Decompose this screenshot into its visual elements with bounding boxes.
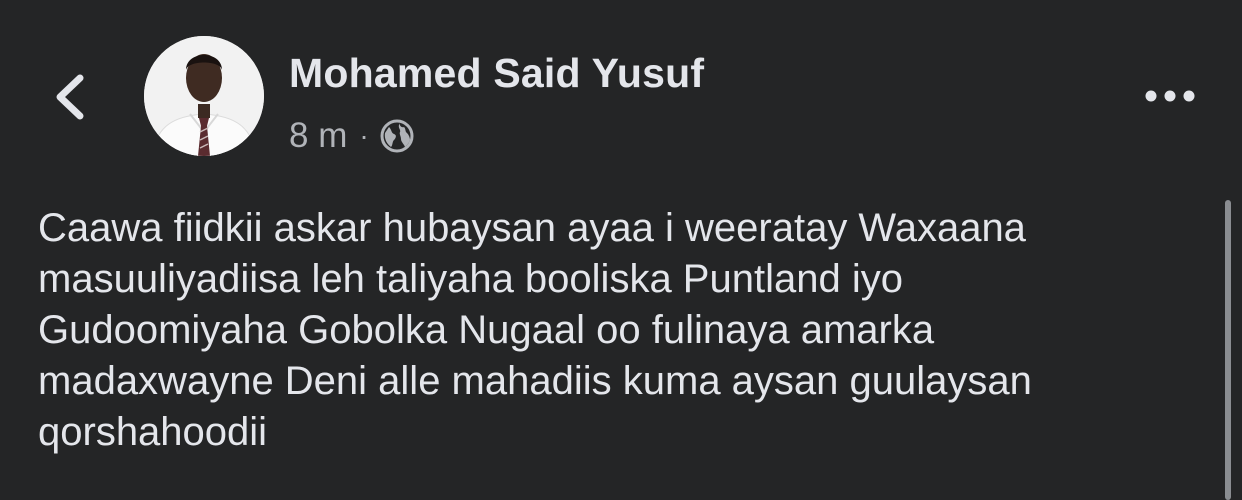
profile-photo [144,36,264,156]
meta-separator: · [359,120,369,151]
chevron-left-icon [56,74,84,120]
more-horizontal-icon [1145,90,1195,102]
post-meta: 8 m · [289,114,415,158]
avatar[interactable] [144,36,264,156]
post-timestamp[interactable]: 8 m [289,116,347,156]
scrollbar[interactable] [1225,200,1231,500]
more-options-button[interactable] [1138,72,1202,120]
globe-icon[interactable] [379,118,415,154]
back-button[interactable] [40,62,100,132]
post-text: Caawa fiidkii askar hubaysan ayaa i weer… [38,206,1032,454]
author-name[interactable]: Mohamed Said Yusuf [289,50,704,97]
